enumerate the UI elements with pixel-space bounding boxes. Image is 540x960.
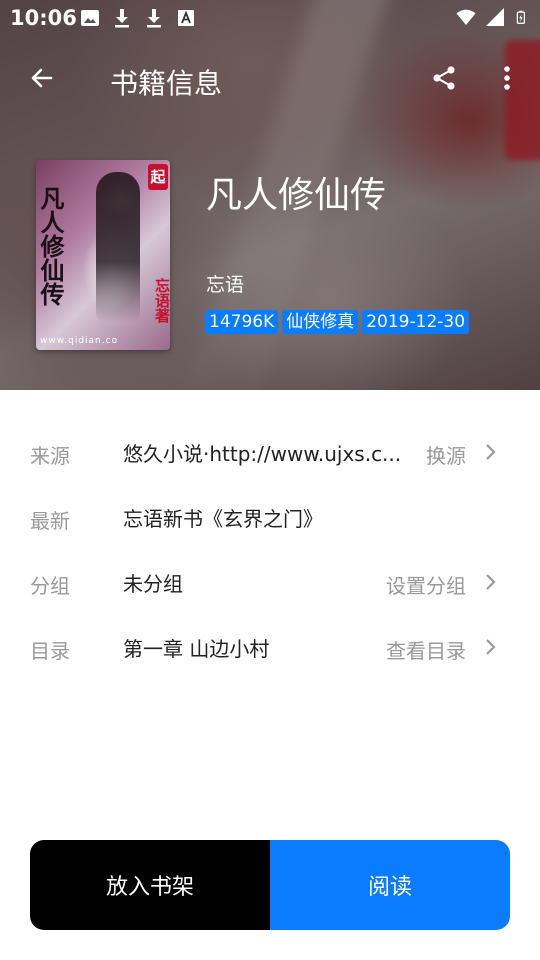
tag-update-date: 2019-12-30 [362,310,470,334]
row-group[interactable]: 分组 未分组 设置分组 [0,550,540,614]
add-to-shelf-button[interactable]: 放入书架 [30,840,270,930]
row-source[interactable]: 来源 悠久小说·http://www.ujxs.c... 换源 [0,420,540,484]
change-source-button[interactable]: 换源 [426,440,466,469]
read-button[interactable]: 阅读 [270,840,510,930]
system-icons [456,7,530,27]
row-value: 第一章 山边小村 [123,637,270,661]
chevron-right-icon [480,635,500,659]
arrow-left-icon [31,68,53,88]
status-bar: 10:06 [0,0,540,36]
row-value: 忘语新书《玄界之门》 [123,507,323,531]
row-label: 目录 [30,639,70,663]
cover-figure [96,172,140,322]
row-latest: 最新 忘语新书《玄界之门》 [0,485,540,549]
row-label: 分组 [30,574,70,598]
row-label: 最新 [30,509,70,533]
row-label: 来源 [30,444,70,468]
cover-url: www.qidian.co [40,336,119,346]
more-options-button[interactable] [492,58,522,98]
chevron-right-icon [480,440,500,464]
row-toc[interactable]: 目录 第一章 山边小村 查看目录 [0,615,540,679]
set-group-button[interactable]: 设置分组 [386,570,466,599]
battery-charging-icon [516,10,526,24]
notification-icons [80,8,196,28]
bottom-action-bar: 放入书架 阅读 [30,840,510,930]
tag-genre: 仙侠修真 [282,310,359,334]
view-toc-button[interactable]: 查看目录 [386,635,466,664]
book-author[interactable]: 忘语 [206,270,244,297]
tag-word-count: 14796K [205,310,279,334]
share-button[interactable] [424,58,464,98]
wifi-icon [456,9,476,25]
page-title: 书籍信息 [110,67,223,100]
chevron-right-icon [480,570,500,594]
book-cover[interactable]: 凡人修仙传 起 忘语著 www.qidian.co [36,160,170,350]
download-icon [115,9,129,28]
more-vertical-icon [504,66,510,90]
back-button[interactable] [22,58,62,98]
toolbar: 书籍信息 [0,50,540,106]
signal-icon [486,8,504,26]
download-icon [147,9,161,28]
row-value: 悠久小说·http://www.ujxs.c... [123,442,402,466]
font-icon [178,10,194,26]
share-icon [433,66,455,90]
cover-badge: 起 [148,164,168,190]
cover-author: 忘语著 [153,278,170,323]
book-title: 凡人修仙传 [206,175,387,216]
book-tags: 14796K 仙侠修真 2019-12-30 [205,310,470,334]
row-value: 未分组 [123,572,183,596]
cover-title: 凡人修仙传 [36,186,65,306]
status-time: 10:06 [10,6,77,30]
image-icon [81,10,99,26]
